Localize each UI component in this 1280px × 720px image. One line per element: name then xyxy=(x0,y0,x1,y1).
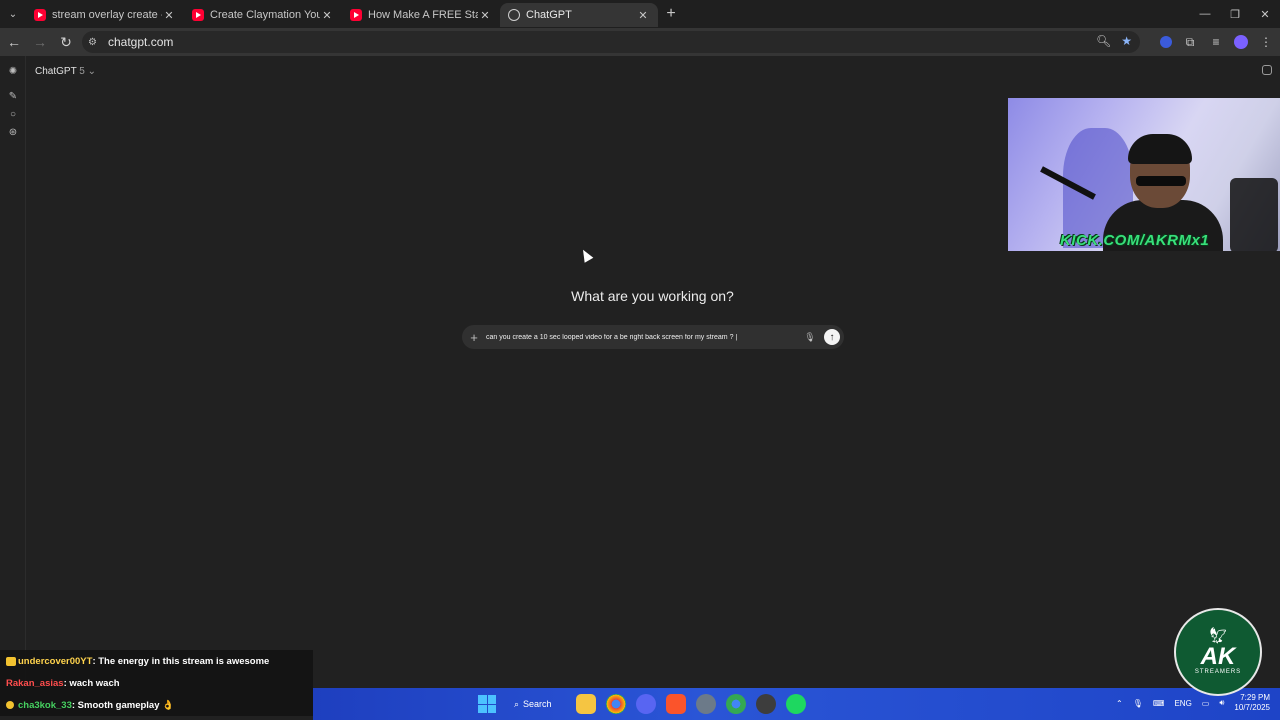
chat-message: cha3kok_33 : Smooth gameplay 👌 xyxy=(0,694,313,716)
youtube-icon xyxy=(350,9,362,21)
add-attachment-icon[interactable]: + xyxy=(462,330,486,345)
clock-date: 10/7/2025 xyxy=(1234,703,1270,712)
address-bar[interactable]: ⚙ chatgpt.com 🔍︎ ★ xyxy=(82,31,1140,53)
microphone-tray-icon[interactable]: 🎙︎ xyxy=(1133,699,1143,708)
volume-icon[interactable]: 🔊︎ xyxy=(1219,698,1224,708)
new-tab-plus-icon[interactable]: + xyxy=(658,5,684,23)
chat-username: undercover00YT xyxy=(18,655,93,667)
search-icon: ⌕ xyxy=(514,698,520,709)
youtube-icon xyxy=(192,9,204,21)
stream-chat-overlay: undercover00YT : The energy in this stre… xyxy=(0,650,313,716)
streamer-sunglasses xyxy=(1136,176,1186,186)
tab-search-chevron-icon[interactable]: ⌄ xyxy=(0,0,26,28)
reload-icon[interactable]: ↻ xyxy=(54,30,78,54)
prompt-input[interactable]: can you create a 10 sec looped video for… xyxy=(486,334,804,341)
browser-toolbar: ← → ↻ ⚙ chatgpt.com 🔍︎ ★ ⧉ ≡ ⋮ xyxy=(0,28,1280,56)
chat-username: cha3kok_33 xyxy=(18,699,72,711)
clock-time: 7:29 PM xyxy=(1240,693,1270,702)
windows-start-icon[interactable] xyxy=(478,695,496,713)
extensions-puzzle-icon[interactable]: ⧉ xyxy=(1182,32,1198,52)
tab-title: ChatGPT xyxy=(526,9,572,21)
chrome-icon[interactable] xyxy=(606,694,626,714)
tab-strip: ⌄ stream overlay create - YouTube ✕ Crea… xyxy=(0,0,1280,28)
page-title: What are you working on? xyxy=(571,288,734,304)
tray-chevron-up-icon[interactable]: ⌃ xyxy=(1116,699,1123,708)
ak-streamers-logo: 🦅︎ AK STREAMERS xyxy=(1174,608,1262,696)
new-chat-icon[interactable]: ✎ xyxy=(7,91,19,103)
obs-icon[interactable] xyxy=(756,694,776,714)
chevron-down-icon: ⌄ xyxy=(87,66,97,77)
sidebar-rail: ✺ ✎ ○ ⊛ xyxy=(0,56,26,688)
close-window-icon[interactable]: ✕ xyxy=(1250,0,1280,28)
spotify-icon[interactable] xyxy=(786,694,806,714)
chair xyxy=(1230,178,1278,251)
webcam-overlay: KICK.COM/AKRMx1 xyxy=(1008,98,1280,251)
chat-text: : Smooth gameplay 👌 xyxy=(71,699,174,711)
mouse-pointer xyxy=(578,247,594,263)
close-icon[interactable]: ✕ xyxy=(478,9,492,22)
chat-text: : The energy in this stream is awesome xyxy=(92,655,270,667)
model-name: ChatGPT xyxy=(35,66,77,77)
zoom-icon[interactable]: 🔍︎ xyxy=(1096,34,1111,48)
search-label: Search xyxy=(523,699,552,709)
prompt-composer[interactable]: + can you create a 10 sec looped video f… xyxy=(462,325,844,349)
network-icon[interactable]: ▭ xyxy=(1202,699,1210,708)
microphone-icon[interactable]: 🎙︎ xyxy=(804,332,816,343)
library-icon[interactable]: ⊛ xyxy=(7,127,19,139)
tab-2[interactable]: How Make A FREE Starting Soon ✕ xyxy=(342,3,500,27)
tab-title: Create Claymation YouTube & ... xyxy=(210,9,320,21)
logo-text: AK xyxy=(1200,643,1236,670)
forward-arrow-icon[interactable]: → xyxy=(28,30,52,54)
close-icon[interactable]: ✕ xyxy=(636,9,650,22)
close-icon[interactable]: ✕ xyxy=(162,9,176,22)
chat-message: Rakan_asias : wach wach xyxy=(0,672,313,694)
taskbar-search-button[interactable]: ⌕ Search xyxy=(506,694,566,714)
subscriber-badge-icon xyxy=(6,656,16,666)
tab-1[interactable]: Create Claymation YouTube & ... ✕ xyxy=(184,3,342,27)
chat-message: undercover00YT : The energy in this stre… xyxy=(0,650,313,672)
system-tray: ⌃ 🎙︎ ⌨ ENG ▭ 🔊︎ 7:29 PM 10/7/2025 xyxy=(1116,693,1270,713)
discord-icon[interactable] xyxy=(636,694,656,714)
file-explorer-icon[interactable] xyxy=(576,694,596,714)
media-control-icon[interactable]: ≡ xyxy=(1208,32,1224,52)
badge-icon xyxy=(6,701,14,709)
model-version: 5 xyxy=(79,66,85,77)
bookmark-star-icon[interactable]: ★ xyxy=(1121,34,1132,48)
model-selector[interactable]: ChatGPT 5 ⌄ xyxy=(35,66,96,77)
tab-0[interactable]: stream overlay create - YouTube ✕ xyxy=(26,3,184,27)
restore-icon[interactable]: ❐ xyxy=(1220,0,1250,28)
tab-title: stream overlay create - YouTube xyxy=(52,9,162,21)
youtube-icon xyxy=(34,9,46,21)
language-indicator[interactable]: ENG xyxy=(1174,699,1191,708)
tab-title: How Make A FREE Starting Soon xyxy=(368,9,478,21)
menu-kebab-icon[interactable]: ⋮ xyxy=(1258,32,1274,52)
send-button[interactable]: ↑ xyxy=(824,329,840,345)
windows-taskbar: ⌕ Search ⌃ 🎙︎ ⌨ ENG ▭ 🔊︎ 7:29 PM 10/7/20… xyxy=(313,688,1280,720)
kick-channel-label: KICK.COM/AKRMx1 xyxy=(1060,232,1210,249)
url-text: chatgpt.com xyxy=(108,35,174,49)
site-info-icon[interactable]: ⚙ xyxy=(88,37,102,48)
tab-3[interactable]: ChatGPT ✕ xyxy=(500,3,658,27)
logo-subtext: STREAMERS xyxy=(1194,669,1242,675)
search-icon[interactable]: ○ xyxy=(7,109,19,121)
chat-username: Rakan_asias xyxy=(6,677,64,689)
back-arrow-icon[interactable]: ← xyxy=(2,30,26,54)
temporary-chat-icon[interactable] xyxy=(1262,65,1272,75)
extension-icon[interactable] xyxy=(1160,36,1172,48)
keyboard-icon[interactable]: ⌨ xyxy=(1153,699,1165,708)
chat-text: : wach wach xyxy=(63,677,120,689)
window-controls: — ❐ ✕ xyxy=(1190,0,1280,28)
brave-icon[interactable] xyxy=(666,694,686,714)
profile-avatar-icon[interactable] xyxy=(1234,35,1248,49)
clock[interactable]: 7:29 PM 10/7/2025 xyxy=(1234,693,1270,713)
settings-gear-icon[interactable] xyxy=(696,694,716,714)
streamer-hat xyxy=(1128,134,1192,164)
chatgpt-icon xyxy=(508,9,520,21)
chatgpt-logo-icon[interactable]: ✺ xyxy=(7,66,19,78)
chrome-active-icon[interactable] xyxy=(726,694,746,714)
close-icon[interactable]: ✕ xyxy=(320,9,334,22)
minimize-icon[interactable]: — xyxy=(1190,0,1220,28)
